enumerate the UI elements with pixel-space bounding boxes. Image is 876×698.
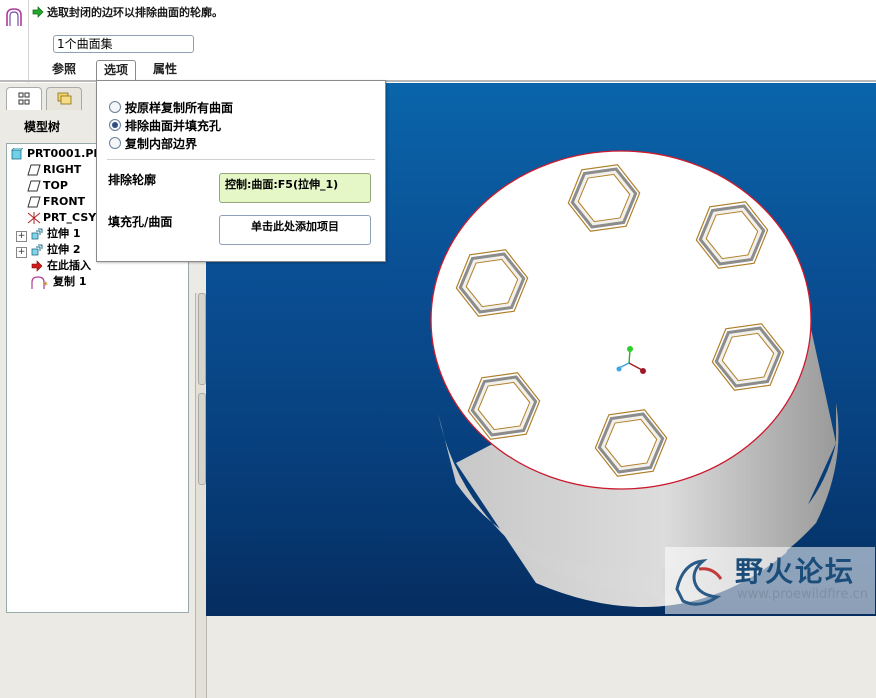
folder-browser-tab[interactable] xyxy=(46,87,82,110)
tab-options[interactable]: 选项 xyxy=(96,60,136,81)
coordinate-system-icon xyxy=(27,212,41,224)
tree-item-part[interactable]: PRT0001.PR xyxy=(11,146,102,162)
prompt-text: 选取封闭的边环以排除曲面的轮廓。 xyxy=(47,6,223,19)
extrude-icon xyxy=(31,244,43,256)
tree-item-label: PRT_CSY xyxy=(43,211,97,224)
tree-item-insert-here[interactable]: 在此插入 xyxy=(31,258,91,274)
sash-grip[interactable] xyxy=(198,293,206,385)
tree-item-copy-1[interactable]: * 复制 1 xyxy=(31,274,87,291)
exclude-contours-label: 排除轮廓 xyxy=(108,173,157,187)
tree-item-label: FRONT xyxy=(43,195,86,208)
options-panel: 按原样复制所有曲面 排除曲面并填充孔 复制内部边界 排除轮廓 控制:曲面:F5(… xyxy=(96,80,386,262)
radio-button[interactable] xyxy=(109,101,121,113)
tree-item-label: 拉伸 2 xyxy=(47,243,81,256)
tree-item-top[interactable]: TOP xyxy=(27,178,68,194)
tree-item-label: 在此插入 xyxy=(47,259,91,272)
svg-text:*: * xyxy=(43,281,48,290)
tree-item-label: PRT0001.PR xyxy=(27,147,102,160)
radio-exclude-fill-holes[interactable]: 排除曲面并填充孔 xyxy=(109,117,221,133)
model-tree-tab[interactable] xyxy=(6,87,42,110)
watermark-logo-icon xyxy=(675,559,723,606)
watermark: 野火论坛 www.proewildfire.cn xyxy=(665,547,875,614)
model-tree-tab-icon xyxy=(18,92,30,105)
expand-toggle[interactable]: + xyxy=(16,247,27,258)
insert-here-arrow-icon xyxy=(31,260,43,272)
radio-copy-inside-boundary[interactable]: 复制内部边界 xyxy=(109,135,197,151)
copy-surface-icon: * xyxy=(31,276,48,291)
navigator-tabs xyxy=(6,87,106,111)
tree-item-right[interactable]: RIGHT xyxy=(27,162,81,178)
tree-item-label: 拉伸 1 xyxy=(47,227,81,240)
radio-copy-all-surfaces[interactable]: 按原样复制所有曲面 xyxy=(109,99,233,115)
tab-references[interactable]: 参照 xyxy=(52,60,76,78)
message-line: 选取封闭的边环以排除曲面的轮廓。 xyxy=(32,4,223,20)
watermark-title: 野火论坛 xyxy=(735,555,856,588)
datum-plane-icon xyxy=(27,164,41,176)
green-arrow-icon xyxy=(32,6,44,18)
tree-item-label: TOP xyxy=(43,179,68,192)
extrude-icon xyxy=(31,228,43,240)
datum-plane-icon xyxy=(27,196,41,208)
copy-surface-icon xyxy=(6,8,22,26)
tab-properties[interactable]: 属性 xyxy=(153,60,177,78)
tree-item-extrude-1[interactable]: 拉伸 1 xyxy=(31,226,80,242)
tree-item-front[interactable]: FRONT xyxy=(27,194,85,210)
exclude-contours-collector[interactable]: 控制:曲面:F5(拉伸_1) xyxy=(219,173,371,203)
fill-holes-label: 填充孔/曲面 xyxy=(108,215,173,229)
tree-item-label: 复制 1 xyxy=(53,275,87,288)
divider xyxy=(107,159,375,160)
expand-toggle[interactable]: + xyxy=(16,231,27,242)
tree-item-label: RIGHT xyxy=(43,163,82,176)
surface-set-collector[interactable]: 1个曲面集 xyxy=(53,35,194,53)
folder-icon xyxy=(57,92,72,105)
radio-button[interactable] xyxy=(109,137,121,149)
tree-item-csys[interactable]: PRT_CSY xyxy=(27,210,96,226)
radio-label: 复制内部边界 xyxy=(125,136,198,151)
part-icon xyxy=(11,147,24,160)
radio-label: 排除曲面并填充孔 xyxy=(125,118,222,133)
watermark-url: www.proewildfire.cn xyxy=(737,587,868,602)
radio-label: 按原样复制所有曲面 xyxy=(125,100,234,115)
sash-grip[interactable] xyxy=(198,393,206,485)
datum-plane-icon xyxy=(27,180,41,192)
feature-dashboard: 选取封闭的边环以排除曲面的轮廓。 1个曲面集 参照 选项 属性 xyxy=(0,0,876,83)
radio-button-selected[interactable] xyxy=(109,119,121,131)
tree-item-extrude-2[interactable]: 拉伸 2 xyxy=(31,242,80,258)
fill-holes-collector[interactable]: 单击此处添加项目 xyxy=(219,215,371,245)
dashboard-divider xyxy=(28,0,29,83)
